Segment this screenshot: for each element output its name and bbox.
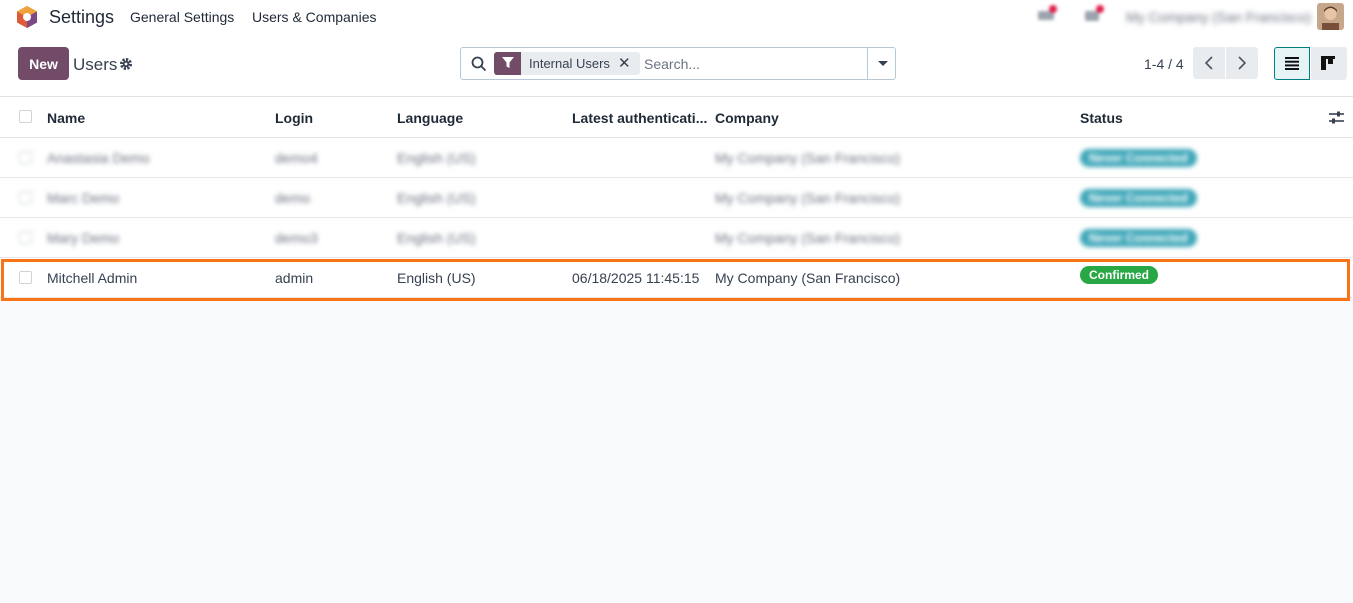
column-status[interactable]: Status xyxy=(1080,110,1123,126)
cell-language: English (US) xyxy=(397,270,476,286)
column-login[interactable]: Login xyxy=(275,110,313,126)
chevron-down-icon[interactable] xyxy=(867,48,896,79)
cell-language: English (US) xyxy=(397,230,476,246)
cell-language: English (US) xyxy=(397,190,476,206)
cell-login: demo3 xyxy=(275,230,318,246)
sliders-icon[interactable] xyxy=(1329,111,1344,125)
table-row[interactable]: Mary Demo demo3 English (US) My Company … xyxy=(0,218,1353,258)
pager-value[interactable]: 1-4 / 4 xyxy=(1144,56,1184,72)
cell-company: My Company (San Francisco) xyxy=(715,190,901,206)
list-view-button[interactable] xyxy=(1274,47,1310,80)
column-language[interactable]: Language xyxy=(397,110,463,126)
close-icon[interactable]: ✕ xyxy=(618,54,631,72)
app-logo-icon[interactable] xyxy=(16,5,38,29)
search-bar: Internal Users ✕ xyxy=(460,47,896,80)
search-facet: Internal Users ✕ xyxy=(494,52,640,75)
chevron-left-icon xyxy=(1204,56,1213,70)
cell-language: English (US) xyxy=(397,150,476,166)
status-badge: Never Connected xyxy=(1080,229,1197,247)
chevron-right-icon xyxy=(1238,56,1247,70)
new-button[interactable]: New xyxy=(18,47,69,80)
table-row[interactable]: Anastasia Demo demo4 English (US) My Com… xyxy=(0,138,1353,178)
column-name[interactable]: Name xyxy=(47,110,85,126)
app-name[interactable]: Settings xyxy=(49,7,114,28)
status-badge: Never Connected xyxy=(1080,149,1197,167)
column-company[interactable]: Company xyxy=(715,110,779,126)
table-row[interactable]: Mitchell Admin admin English (US) 06/18/… xyxy=(0,258,1353,298)
row-checkbox[interactable] xyxy=(19,231,32,244)
search-input[interactable] xyxy=(644,53,864,75)
cell-login: demo4 xyxy=(275,150,318,166)
menu-users-companies[interactable]: Users & Companies xyxy=(252,9,377,25)
kanban-view-icon xyxy=(1321,56,1335,70)
cell-login: demo xyxy=(275,190,311,206)
cell-company: My Company (San Francisco) xyxy=(715,230,901,246)
status-badge: Confirmed xyxy=(1080,266,1158,284)
messages-icon[interactable] xyxy=(1083,5,1105,23)
user-avatar[interactable] xyxy=(1317,3,1344,30)
row-checkbox[interactable] xyxy=(19,191,32,204)
top-navbar: Settings General Settings Users & Compan… xyxy=(0,0,1353,34)
pager-next-button[interactable] xyxy=(1226,47,1258,79)
select-all-checkbox[interactable] xyxy=(19,110,32,123)
column-latest-authentication[interactable]: Latest authenticati... xyxy=(572,110,707,126)
search-icon[interactable] xyxy=(471,56,487,72)
cell-company: My Company (San Francisco) xyxy=(715,150,901,166)
cell-name: Marc Demo xyxy=(47,190,120,206)
control-panel: New Users Internal Users ✕ 1-4 / 4 xyxy=(0,34,1353,97)
row-checkbox[interactable] xyxy=(19,271,32,284)
cell-company: My Company (San Francisco) xyxy=(715,270,901,286)
row-checkbox[interactable] xyxy=(19,151,32,164)
cell-login: admin xyxy=(275,270,314,286)
list-header: Name Login Language Latest authenticati.… xyxy=(0,97,1353,138)
cell-name: Anastasia Demo xyxy=(47,150,150,166)
cell-name: Mary Demo xyxy=(47,230,120,246)
kanban-view-button[interactable] xyxy=(1311,47,1347,80)
cell-name: Mitchell Admin xyxy=(47,270,138,286)
company-switcher[interactable]: My Company (San Francisco) xyxy=(1126,9,1311,25)
menu-general-settings[interactable]: General Settings xyxy=(130,9,234,25)
list-view-icon xyxy=(1285,57,1299,70)
cell-latest-authentication: 06/18/2025 11:45:15 xyxy=(572,270,700,286)
table-row[interactable]: Marc Demo demo English (US) My Company (… xyxy=(0,178,1353,218)
facet-label: Internal Users xyxy=(529,56,610,71)
users-list: Name Login Language Latest authenticati.… xyxy=(0,97,1353,298)
filter-icon xyxy=(494,52,521,75)
pager-previous-button[interactable] xyxy=(1193,47,1225,79)
status-badge: Never Connected xyxy=(1080,189,1197,207)
activity-icon[interactable] xyxy=(1036,5,1058,23)
gear-icon[interactable] xyxy=(119,57,133,71)
page-title: Users xyxy=(73,55,118,74)
